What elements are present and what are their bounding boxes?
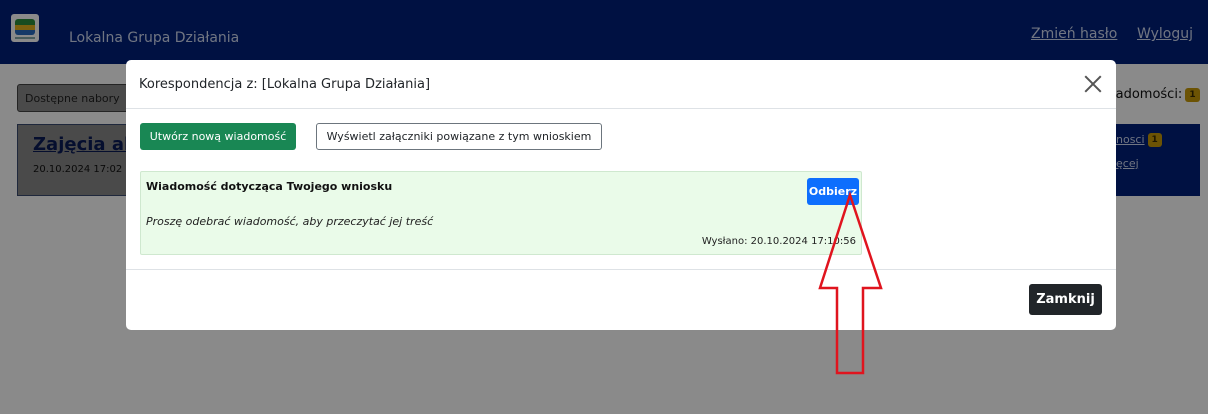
up-arrow-icon <box>818 190 883 375</box>
message-item: Wiadomość dotycząca Twojego wniosku Odbi… <box>140 171 862 255</box>
new-message-button[interactable]: Utwórz nową wiadomość <box>140 123 296 150</box>
correspondence-modal: Korespondencja z: [Lokalna Grupa Działan… <box>126 60 1116 330</box>
close-modal-button[interactable]: Zamknij <box>1029 284 1102 315</box>
show-attachments-button[interactable]: Wyświetl załączniki powiązane z tym wnio… <box>316 123 602 150</box>
message-title: Wiadomość dotycząca Twojego wniosku <box>146 180 393 193</box>
modal-header: Korespondencja z: [Lokalna Grupa Działan… <box>126 60 1116 109</box>
message-body: Proszę odebrać wiadomość, aby przeczytać… <box>146 215 434 228</box>
close-icon[interactable] <box>1084 75 1102 93</box>
modal-footer-divider <box>126 269 1116 270</box>
modal-title: Korespondencja z: [Lokalna Grupa Działan… <box>139 77 431 92</box>
